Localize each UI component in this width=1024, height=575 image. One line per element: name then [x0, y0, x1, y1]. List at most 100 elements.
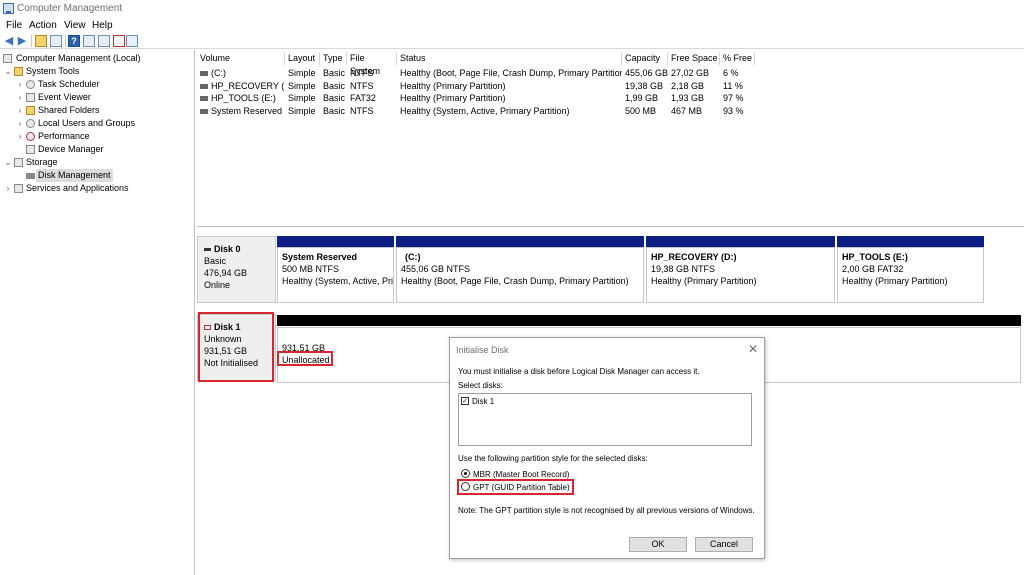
column-header-percent-free[interactable]: % Free — [720, 52, 755, 65]
cell-type: Basic — [323, 93, 346, 103]
chevron-right-icon[interactable]: › — [16, 117, 24, 130]
menu-help[interactable]: Help — [92, 20, 113, 31]
menu-view[interactable]: View — [64, 20, 86, 31]
column-header-file-system[interactable]: File System — [347, 52, 397, 76]
check-icon[interactable] — [113, 35, 125, 47]
up-folder-icon[interactable] — [35, 35, 47, 47]
menu-file[interactable]: File — [6, 20, 22, 31]
cell-free-space: 1,93 GB — [671, 93, 705, 103]
column-header-type[interactable]: Type — [320, 52, 347, 65]
users-icon — [26, 119, 35, 128]
ok-button[interactable]: OK — [629, 537, 687, 552]
cell-volume: System Reserved — [197, 105, 285, 118]
close-icon[interactable]: ✕ — [748, 342, 758, 356]
forward-arrow-icon[interactable]: ▶ — [16, 35, 28, 47]
column-header-volume[interactable]: Volume — [197, 52, 285, 65]
disk-listbox[interactable]: ✓ Disk 1 — [458, 393, 752, 446]
device-manager-icon — [26, 145, 35, 154]
cell-free-space: 27,02 GB — [671, 68, 710, 78]
show-hide-tree-icon[interactable] — [50, 35, 62, 47]
cell-status: Healthy (Primary Partition) — [400, 93, 506, 103]
partition-bar — [837, 236, 984, 247]
column-header-free-space[interactable]: Free Space — [668, 52, 720, 65]
highlight-box — [457, 479, 574, 495]
partition-bar — [646, 236, 835, 247]
folder-icon — [26, 106, 35, 115]
volume-icon — [200, 96, 208, 102]
volume-icon — [200, 83, 208, 89]
computer-management-icon — [3, 3, 14, 14]
connect-icon[interactable] — [98, 35, 110, 47]
cancel-button[interactable]: Cancel — [695, 537, 753, 552]
cell-type: Basic — [323, 105, 346, 116]
disk1-checkbox[interactable]: ✓ — [461, 397, 469, 405]
cell-type: Basic — [323, 80, 346, 91]
toolbar: ◀ ▶ ? — [0, 33, 1024, 49]
services-icon — [14, 184, 23, 193]
highlight-box — [198, 312, 274, 382]
mbr-radio[interactable] — [461, 469, 470, 478]
view-list-icon[interactable] — [126, 35, 138, 47]
disk1-list-item[interactable]: Disk 1 — [472, 397, 494, 406]
event-log-icon — [26, 93, 35, 102]
title-bar: Computer Management — [0, 0, 1024, 18]
cell-file-system: NTFS — [350, 68, 374, 78]
partition-hp-recovery[interactable]: HP_RECOVERY (D:) 19,38 GB NTFS Healthy (… — [646, 247, 835, 303]
cell-capacity: 1,99 GB — [625, 93, 659, 103]
column-header-status[interactable]: Status — [397, 52, 622, 65]
tools-icon — [14, 67, 23, 76]
cell-layout: Simple — [288, 68, 316, 78]
cell-capacity: 19,38 GB — [625, 80, 664, 91]
cell-file-system: FAT32 — [350, 93, 376, 103]
cell-volume: (C:) — [197, 67, 285, 80]
cell-layout: Simple — [288, 93, 316, 103]
clock-icon — [26, 80, 35, 89]
highlight-box — [277, 351, 333, 366]
cell-status: Healthy (Boot, Page File, Crash Dump, Pr… — [400, 68, 622, 78]
disk-icon — [204, 248, 211, 252]
cell-type: Basic — [323, 68, 346, 78]
menu-bar: File Action View Help — [0, 18, 1024, 33]
chevron-right-icon[interactable]: › — [16, 130, 24, 143]
partition-hp-tools[interactable]: HP_TOOLS (E:) 2,00 GB FAT32 Healthy (Pri… — [837, 247, 984, 303]
partition-c[interactable]: (C:) 455,06 GB NTFS Healthy (Boot, Page … — [396, 247, 644, 303]
volume-list: Volume Layout Type File System Status Ca… — [197, 50, 1024, 227]
chevron-right-icon[interactable]: › — [4, 182, 12, 195]
properties-icon[interactable] — [83, 35, 95, 47]
cell-capacity: 455,06 GB — [625, 68, 668, 78]
cell-status: Healthy (System, Active, Primary Partiti… — [400, 105, 570, 116]
volume-icon — [200, 108, 208, 114]
cell-percent-free: 93 % — [723, 105, 744, 116]
chevron-right-icon[interactable]: › — [16, 78, 24, 91]
column-header-layout[interactable]: Layout — [285, 52, 320, 65]
unallocated-bar — [277, 315, 1021, 326]
partition-bar — [396, 236, 644, 247]
disk0-label[interactable]: Disk 0 Basic 476,94 GB Online — [197, 236, 276, 303]
cell-volume: HP_RECOVERY (D:) — [197, 80, 285, 93]
performance-icon — [26, 132, 35, 141]
cell-free-space: 2,18 GB — [671, 80, 705, 91]
help-icon[interactable]: ? — [68, 35, 80, 47]
disk-icon — [26, 173, 35, 179]
console-tree: Computer Management (Local) ⌄ System Too… — [0, 50, 195, 575]
chevron-down-icon[interactable]: ⌄ — [4, 156, 12, 169]
cell-file-system: NTFS — [350, 105, 374, 116]
storage-icon — [14, 158, 23, 167]
chevron-down-icon[interactable]: ⌄ — [4, 65, 12, 78]
back-arrow-icon[interactable]: ◀ — [3, 35, 15, 47]
mbr-label[interactable]: MBR (Master Boot Record) — [473, 470, 569, 479]
cell-percent-free: 97 % — [723, 93, 744, 103]
partition-system-reserved[interactable]: System Reserved 500 MB NTFS Healthy (Sys… — [277, 247, 394, 303]
chevron-right-icon[interactable]: › — [16, 91, 24, 104]
cell-volume: HP_TOOLS (E:) — [197, 92, 285, 105]
column-header-capacity[interactable]: Capacity — [622, 52, 668, 65]
chevron-right-icon[interactable]: › — [16, 104, 24, 117]
cell-file-system: NTFS — [350, 80, 374, 91]
partition-style-label: Use the following partition style for th… — [458, 454, 648, 463]
menu-action[interactable]: Action — [29, 20, 57, 31]
cell-layout: Simple — [288, 105, 316, 116]
select-disks-label: Select disks: — [458, 381, 503, 390]
cell-status: Healthy (Primary Partition) — [400, 80, 506, 91]
partition-bar — [277, 236, 394, 247]
window-title: Computer Management — [17, 3, 123, 14]
